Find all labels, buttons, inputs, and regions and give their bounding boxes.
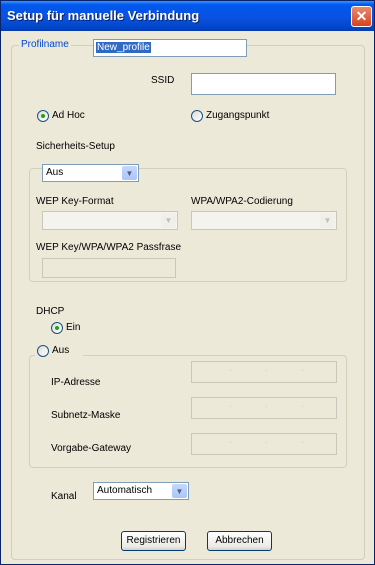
subnet-mask-label: Subnetz-Maske [51,410,121,421]
dhcp-off-label: Aus [52,345,70,356]
wpa-encoding-label: WPA/WPA2-Codierung [191,196,293,207]
ssid-input[interactable] [191,73,336,95]
ssid-label: SSID [151,75,175,86]
adhoc-radio[interactable] [37,110,49,122]
dialog-window: Setup für manuelle Verbindung ✕ Profilna… [0,0,375,565]
access-point-radio[interactable] [191,110,203,122]
dhcp-off-radio[interactable] [37,345,49,357]
default-gateway-label: Vorgabe-Gateway [51,443,132,454]
security-select[interactable]: Aus ▼ [42,164,139,182]
dhcp-on-label: Ein [66,322,81,333]
profile-name-label: Profilname [19,39,71,50]
channel-select-value: Automatisch [97,485,153,496]
security-select-value: Aus [46,167,64,178]
wep-key-format-label: WEP Key-Format [36,196,114,207]
default-gateway-input[interactable]: · · · [191,433,337,455]
subnet-mask-input[interactable]: · · · [191,397,337,419]
close-icon: ✕ [355,8,368,24]
chevron-down-icon: ▼ [161,213,176,228]
dialog-title: Setup für manuelle Verbindung [7,8,200,23]
security-setup-label: Sicherheits-Setup [36,141,115,152]
close-button[interactable]: ✕ [351,6,372,27]
channel-select[interactable]: Automatisch ▼ [93,482,189,500]
profile-name-value: New_profile [96,42,151,53]
access-point-label: Zugangspunkt [206,110,270,121]
chevron-down-icon: ▼ [172,484,187,498]
passphrase-label: WEP Key/WPA/WPA2 Passfrase [36,242,182,253]
passphrase-input[interactable] [42,258,176,278]
profile-name-input[interactable]: New_profile [93,39,247,57]
dhcp-on-radio[interactable] [51,322,63,334]
wpa-encoding-select[interactable]: ▼ [191,211,337,230]
title-bar[interactable]: Setup für manuelle Verbindung ✕ [1,1,374,31]
wep-key-format-select[interactable]: ▼ [42,211,178,230]
dhcp-off-option[interactable]: Aus [35,343,83,359]
cancel-button[interactable]: Abbrechen [207,531,272,551]
ip-address-input[interactable]: · · · [191,361,337,383]
adhoc-label: Ad Hoc [52,110,85,121]
chevron-down-icon: ▼ [122,166,137,180]
chevron-down-icon: ▼ [320,213,335,228]
ip-address-label: IP-Adresse [51,377,101,388]
channel-label: Kanal [51,491,77,502]
dhcp-label: DHCP [36,306,65,317]
register-button[interactable]: Registrieren [121,531,186,551]
